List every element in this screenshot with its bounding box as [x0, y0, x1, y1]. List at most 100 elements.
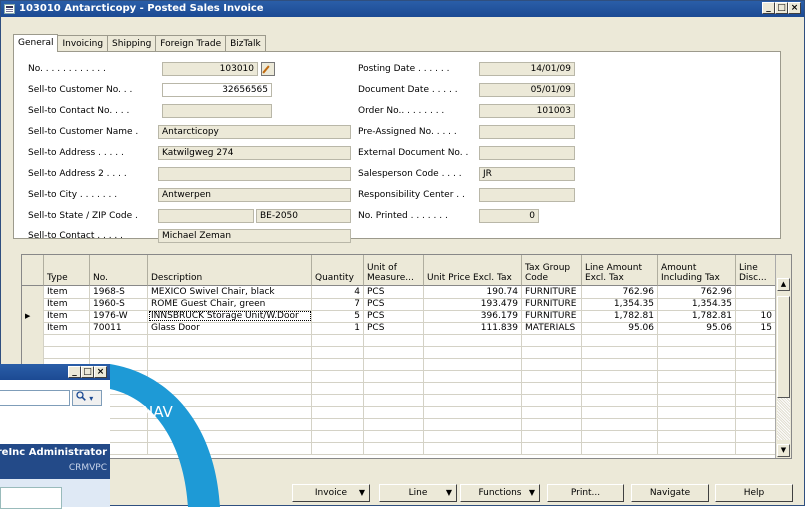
col-header-line-disc[interactable]: Line Disc... [736, 255, 776, 286]
row-selector[interactable] [22, 298, 44, 310]
cell-amount-incl-tax[interactable] [658, 358, 736, 370]
cell-unit-of-measure[interactable] [364, 382, 424, 394]
cell-unit-of-measure[interactable] [364, 442, 424, 454]
cell-amount-incl-tax[interactable] [658, 394, 736, 406]
sell-to-address-2-field[interactable] [158, 167, 351, 181]
sell-to-city-field[interactable]: Antwerpen [158, 188, 351, 202]
external-document-no-field[interactable] [479, 146, 575, 160]
cell-line-disc[interactable] [736, 430, 776, 442]
title-bar[interactable]: 103010 Antarcticopy - Posted Sales Invoi… [1, 1, 804, 17]
cell-line-disc[interactable] [736, 394, 776, 406]
pre-assigned-no-field[interactable] [479, 125, 575, 139]
no-printed-field[interactable]: 0 [479, 209, 539, 223]
cell-type[interactable]: Item [44, 286, 90, 298]
cell-line-amount[interactable] [582, 382, 658, 394]
cell-line-disc[interactable] [736, 370, 776, 382]
background-window-titlebar[interactable]: _ □ × [0, 364, 110, 380]
sell-to-address-field[interactable]: Katwilgweg 274 [158, 146, 351, 160]
cell-amount-incl-tax[interactable] [658, 406, 736, 418]
tab-biztalk[interactable]: BizTalk [225, 35, 266, 52]
cell-line-disc[interactable]: 15 [736, 322, 776, 334]
document-date-field[interactable]: 05/01/09 [479, 83, 575, 97]
col-header-unit-price[interactable]: Unit Price Excl. Tax [424, 255, 522, 286]
col-header-unit-of-measure[interactable]: Unit of Measure... [364, 255, 424, 286]
cell-type[interactable] [44, 346, 90, 358]
cell-description[interactable]: ROME Guest Chair, green [148, 298, 312, 310]
cell-unit-price[interactable] [424, 406, 522, 418]
pencil-edit-icon[interactable] [261, 62, 275, 76]
cell-no[interactable] [90, 346, 148, 358]
cell-quantity[interactable] [312, 418, 364, 430]
cell-line-disc[interactable] [736, 382, 776, 394]
cell-no[interactable]: 70011 [90, 322, 148, 334]
print-button[interactable]: Print... [547, 484, 624, 502]
cell-description[interactable] [148, 334, 312, 346]
cell-description[interactable]: MEXICO Swivel Chair, black [148, 286, 312, 298]
posting-date-field[interactable]: 14/01/09 [479, 62, 575, 76]
cell-unit-price[interactable]: 193.479 [424, 298, 522, 310]
bg-minimize-button[interactable]: _ [68, 366, 81, 378]
cell-quantity[interactable] [312, 334, 364, 346]
cell-unit-price[interactable] [424, 430, 522, 442]
cell-quantity[interactable]: 7 [312, 298, 364, 310]
cell-amount-incl-tax[interactable] [658, 346, 736, 358]
cell-quantity[interactable] [312, 430, 364, 442]
cell-unit-of-measure[interactable] [364, 358, 424, 370]
cell-unit-of-measure[interactable]: PCS [364, 286, 424, 298]
cell-tax-group-code[interactable] [522, 442, 582, 454]
cell-type[interactable] [44, 334, 90, 346]
cell-tax-group-code[interactable] [522, 406, 582, 418]
cell-unit-of-measure[interactable]: PCS [364, 298, 424, 310]
background-window[interactable]: _ □ × ▾ reInc Administrator CRMVPC [0, 364, 110, 509]
col-header-no[interactable]: No. [90, 255, 148, 286]
cell-amount-incl-tax[interactable] [658, 382, 736, 394]
navigate-button[interactable]: Navigate [631, 484, 709, 502]
cell-type[interactable]: Item [44, 322, 90, 334]
cell-line-amount[interactable] [582, 442, 658, 454]
cell-tax-group-code[interactable] [522, 418, 582, 430]
cell-no[interactable]: 1968-S [90, 286, 148, 298]
line-menu-button[interactable]: Line ▼ [379, 484, 457, 502]
cell-unit-of-measure[interactable] [364, 394, 424, 406]
salesperson-code-field[interactable]: JR [479, 167, 575, 181]
cell-line-disc[interactable] [736, 406, 776, 418]
cell-tax-group-code[interactable] [522, 358, 582, 370]
sell-to-state-field[interactable] [158, 209, 254, 223]
cell-tax-group-code[interactable] [522, 334, 582, 346]
cell-amount-incl-tax[interactable] [658, 334, 736, 346]
tab-shipping[interactable]: Shipping [107, 35, 157, 52]
scrollbar-thumb[interactable] [777, 296, 790, 398]
sell-to-zip-field[interactable]: BE-2050 [256, 209, 351, 223]
order-no-field[interactable]: 101003 [479, 104, 575, 118]
cell-unit-of-measure[interactable] [364, 334, 424, 346]
functions-menu-button[interactable]: Functions ▼ [460, 484, 540, 502]
responsibility-center-field[interactable] [479, 188, 575, 202]
minimize-button[interactable]: _ [762, 2, 775, 14]
cell-line-disc[interactable] [736, 286, 776, 298]
cell-quantity[interactable]: 5 [312, 310, 364, 322]
cell-line-disc[interactable] [736, 418, 776, 430]
cell-line-disc[interactable]: 10 [736, 310, 776, 322]
cell-amount-incl-tax[interactable]: 95.06 [658, 322, 736, 334]
sell-to-contact-field[interactable]: Michael Zeman [158, 229, 351, 243]
cell-amount-incl-tax[interactable]: 762.96 [658, 286, 736, 298]
cell-no[interactable]: 1960-S [90, 298, 148, 310]
cell-unit-of-measure[interactable]: PCS [364, 322, 424, 334]
scroll-down-arrow-icon[interactable]: ▼ [777, 444, 790, 457]
cell-line-amount[interactable] [582, 394, 658, 406]
cell-tax-group-code[interactable] [522, 370, 582, 382]
tab-invoicing[interactable]: Invoicing [57, 35, 109, 52]
cell-unit-price[interactable]: 190.74 [424, 286, 522, 298]
col-header-line-amount[interactable]: Line Amount Excl. Tax [582, 255, 658, 286]
cell-unit-price[interactable] [424, 382, 522, 394]
maximize-button[interactable]: □ [775, 2, 788, 14]
cell-unit-of-measure[interactable] [364, 430, 424, 442]
cell-unit-of-measure[interactable] [364, 346, 424, 358]
cell-line-disc[interactable] [736, 358, 776, 370]
cell-tax-group-code[interactable] [522, 346, 582, 358]
cell-line-amount[interactable]: 762.96 [582, 286, 658, 298]
scroll-up-arrow-icon[interactable]: ▲ [777, 278, 790, 291]
search-input[interactable] [0, 390, 70, 406]
cell-quantity[interactable] [312, 346, 364, 358]
cell-line-disc[interactable] [736, 442, 776, 454]
